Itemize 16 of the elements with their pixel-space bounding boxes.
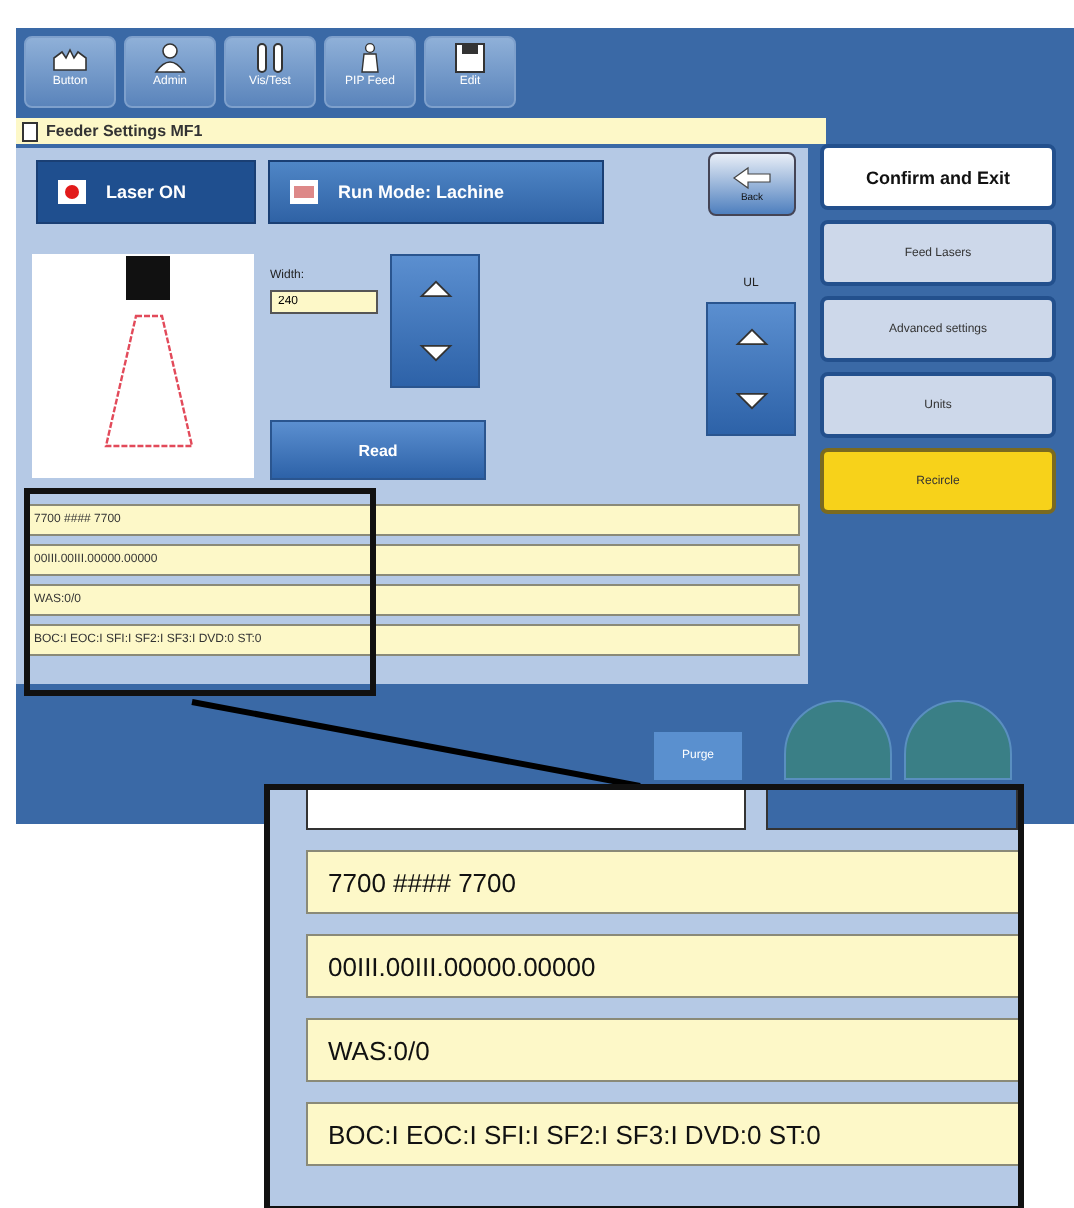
run-mode-button[interactable]: Run Mode: Lachine <box>268 160 604 224</box>
document-icon <box>22 121 38 141</box>
window-title: Feeder Settings MF1 <box>46 122 203 140</box>
up-arrow-icon <box>417 279 453 298</box>
person-icon <box>150 42 190 74</box>
down-arrow-icon <box>417 344 453 363</box>
mode-icon <box>290 180 318 204</box>
arrow-left-icon <box>732 165 772 189</box>
width-spinner[interactable] <box>390 254 480 388</box>
down-arrow-icon <box>733 392 769 411</box>
ul-spinner[interactable] <box>706 302 796 436</box>
laser-button[interactable]: Laser ON <box>36 160 256 224</box>
laser-icon <box>58 180 86 204</box>
read-button[interactable]: Read <box>270 420 486 480</box>
up-arrow-icon <box>733 327 769 346</box>
side-button[interactable]: Confirm and Exit <box>820 144 1056 210</box>
